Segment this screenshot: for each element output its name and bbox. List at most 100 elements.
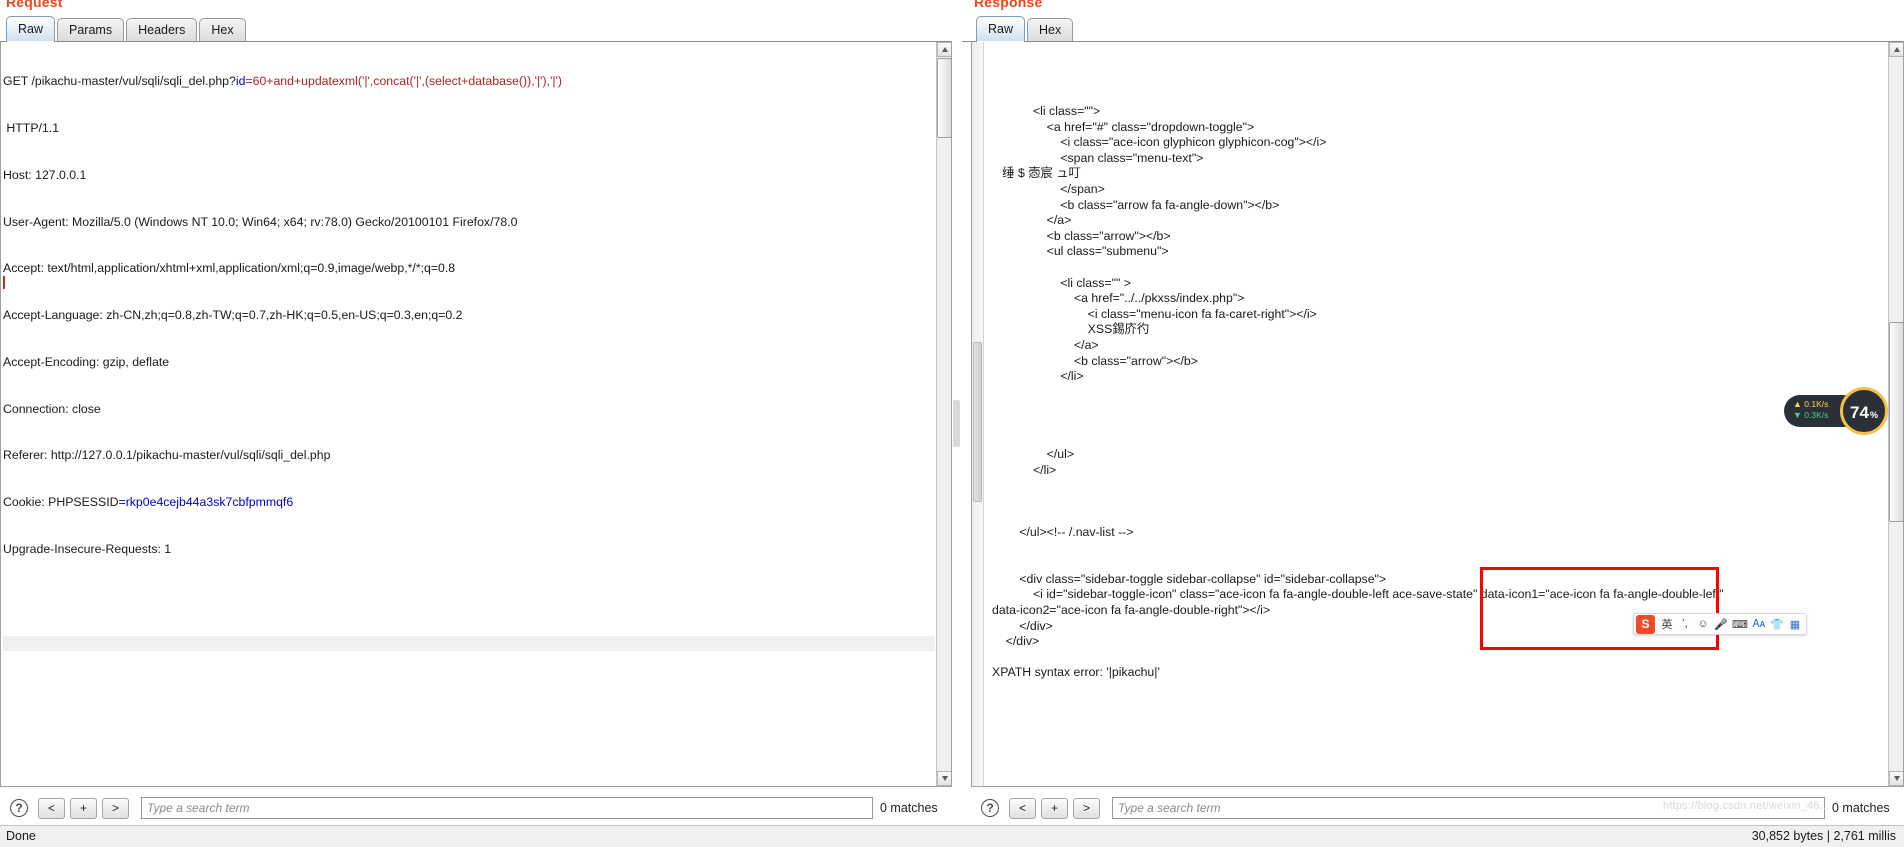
response-line: <a href="#" class="dropdown-toggle"> [992, 119, 1255, 134]
status-bar: Done 30,852 bytes | 2,761 millis [0, 825, 1904, 847]
request-line-host: Host: 127.0.0.1 [3, 167, 87, 182]
help-icon[interactable]: ? [981, 799, 999, 817]
pane-resize-grip[interactable] [953, 400, 960, 447]
request-param-value: 60+and+updatexml('|',concat('|',(select+… [252, 74, 563, 89]
search-prev-button[interactable]: < [1009, 797, 1036, 819]
response-line: <a href="../../pkxss/index.php"> [992, 291, 1245, 306]
response-line: </a> [992, 337, 1099, 352]
watermark-text: https://blog.csdn.net/weixin_46... [1663, 800, 1830, 812]
request-line-user-agent: User-Agent: Mozilla/5.0 (Windows NT 10.0… [3, 214, 518, 229]
response-line: <li class="" > [992, 275, 1131, 290]
search-next-button[interactable]: > [102, 797, 129, 819]
tab-response-hex[interactable]: Hex [1027, 18, 1074, 41]
response-line: </ul><!-- /.nav-list --> [992, 525, 1134, 540]
request-tabstrip: Raw Params Headers Hex [0, 16, 952, 42]
more-icon[interactable]: ▦ [1786, 615, 1804, 634]
skin-icon[interactable]: 👕 [1768, 615, 1786, 634]
response-line: <i class="ace-icon glyphicon glyphicon-c… [992, 135, 1327, 150]
response-line: <ul class="submenu"> [992, 244, 1169, 259]
language-mode-icon[interactable]: 英 [1658, 615, 1676, 634]
response-line: </div> [992, 634, 1040, 649]
request-method-path: GET /pikachu-master/vul/sqli/sqli_del.ph… [3, 74, 236, 89]
request-param-key: id [235, 74, 246, 89]
response-line: <b class="arrow fa fa-angle-down"></b> [992, 197, 1280, 212]
response-line [992, 509, 1887, 525]
burp-suite-request-response-viewer: Request Raw Params Headers Hex GET /pika… [0, 0, 1904, 847]
request-line-upgrade-insecure: Upgrade-Insecure-Requests: 1 [3, 542, 172, 556]
punctuation-mode-icon[interactable]: ʼ, [1676, 615, 1694, 634]
scroll-up-arrow-icon[interactable] [937, 42, 951, 57]
request-line-referer: Referer: http://127.0.0.1/pikachu-master… [3, 448, 331, 463]
request-selected-empty-row [3, 635, 935, 652]
scroll-down-arrow-icon[interactable] [937, 771, 951, 786]
tab-request-params[interactable]: Params [57, 18, 125, 41]
response-inner-scrollbar[interactable] [972, 42, 984, 786]
request-panel-title: Request [6, 0, 63, 10]
status-right-text: 30,852 bytes | 2,761 millis [1751, 829, 1896, 843]
tab-request-raw[interactable]: Raw [6, 16, 56, 42]
ime-toolbar[interactable]: S 英 ʼ, ☺ 🎤 ⌨ 🗛 👕 ▦ [1633, 613, 1807, 635]
response-line [992, 431, 1887, 447]
response-scroll-thumb[interactable] [1889, 322, 1903, 522]
response-line: </span> [992, 181, 1105, 196]
network-speed-widget[interactable]: ▲ 0.1K/s ▼ 0.3K/s 74% [1784, 387, 1888, 435]
response-panel: Response Raw Hex <li class=""> <a href="… [962, 0, 1904, 847]
response-raw-text[interactable]: <li class=""> <a href="#" class="dropdow… [992, 104, 1887, 786]
text-caret [3, 276, 5, 289]
keyboard-icon[interactable]: ⌨ [1730, 615, 1750, 634]
help-icon[interactable]: ? [10, 799, 28, 817]
response-line: <span class="menu-text"> [992, 150, 1204, 165]
request-cookie-value: rkp0e4cejb44a3sk7cbfpmmqf6 [125, 495, 294, 510]
response-line [992, 478, 1887, 494]
request-raw-text[interactable]: GET /pikachu-master/vul/sqli/sqli_del.ph… [3, 43, 935, 786]
response-line [992, 385, 1887, 401]
response-match-count: 0 matches [1832, 801, 1890, 815]
response-line [992, 556, 1887, 572]
request-vertical-scrollbar[interactable] [936, 42, 951, 786]
request-param-eq: = [245, 74, 253, 89]
response-line: </li> [992, 462, 1057, 477]
response-editor[interactable]: <li class=""> <a href="#" class="dropdow… [971, 42, 1904, 787]
request-line-accept-encoding: Accept-Encoding: gzip, deflate [3, 354, 170, 369]
response-inner-scroll-thumb[interactable] [973, 342, 982, 502]
response-line [992, 400, 1887, 416]
scroll-down-arrow-icon[interactable] [1889, 771, 1903, 786]
request-line-accept-language: Accept-Language: zh-CN,zh;q=0.8,zh-TW;q=… [3, 308, 463, 323]
search-add-button[interactable]: + [1041, 797, 1068, 819]
tab-response-raw[interactable]: Raw [976, 16, 1026, 42]
search-add-button[interactable]: + [70, 797, 97, 819]
voice-input-icon[interactable]: 🎤 [1712, 615, 1730, 634]
toolbox-icon[interactable]: 🗛 [1750, 615, 1768, 634]
response-line [992, 650, 1887, 666]
request-cookie-eq: = [118, 495, 126, 510]
sogou-logo-icon[interactable]: S [1636, 614, 1655, 634]
cpu-usage-value: 74 [1850, 403, 1869, 422]
status-left-text: Done [6, 829, 36, 843]
search-next-button[interactable]: > [1073, 797, 1100, 819]
tab-request-hex[interactable]: Hex [199, 18, 246, 41]
response-tabstrip: Raw Hex [962, 16, 1904, 42]
request-cookie-key: Cookie: PHPSESSID [3, 495, 119, 510]
response-line: <i class="menu-icon fa fa-caret-right"><… [992, 306, 1317, 321]
request-scroll-thumb[interactable] [937, 58, 951, 138]
response-line: </ul> [992, 447, 1075, 462]
cpu-usage-dial[interactable]: 74% [1840, 387, 1888, 435]
emoji-icon[interactable]: ☺ [1694, 615, 1712, 634]
response-vertical-scrollbar[interactable] [1888, 42, 1903, 786]
request-editor[interactable]: GET /pikachu-master/vul/sqli/sqli_del.ph… [0, 42, 952, 787]
download-arrow-icon: ▼ [1793, 410, 1802, 420]
response-line: XSS錫庎彴 [992, 322, 1150, 337]
scroll-up-arrow-icon[interactable] [1889, 42, 1903, 57]
response-line: <b class="arrow"></b> [992, 353, 1198, 368]
cpu-usage-unit: % [1869, 410, 1878, 420]
request-line-connection: Connection: close [3, 401, 101, 416]
request-search-input[interactable] [141, 797, 873, 819]
search-prev-button[interactable]: < [38, 797, 65, 819]
request-line-accept: Accept: text/html,application/xhtml+xml,… [3, 261, 456, 276]
response-line: <div class="sidebar-toggle sidebar-colla… [992, 571, 1387, 586]
response-line [992, 260, 1887, 276]
request-line-blank-1 [3, 589, 935, 605]
response-line: <i id="sidebar-toggle-icon" class="ace-i… [992, 587, 1724, 602]
tab-request-headers[interactable]: Headers [126, 18, 198, 41]
request-line-cookie: Cookie: PHPSESSID=rkp0e4cejb44a3sk7cbfpm… [3, 495, 935, 511]
